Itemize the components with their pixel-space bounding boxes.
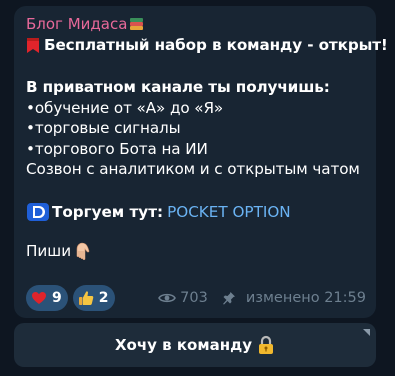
reaction-heart[interactable]: 9	[26, 285, 68, 311]
trade-line: Торгуем тут: POCKET OPTION	[26, 202, 364, 222]
message-meta: 703 изменено 21:59	[158, 290, 366, 306]
eye-icon	[158, 293, 177, 303]
edited-time: изменено 21:59	[245, 290, 366, 306]
intro-text: В приватном канале ты получишь:	[26, 78, 330, 96]
bullet-item: •обучение от «А» до «Я»	[26, 98, 224, 117]
bullet-item: •торговые сигналы	[26, 119, 181, 137]
sender-name[interactable]: Блог Мидаса	[26, 14, 127, 34]
call-line: Созвон с аналитиком и с открытым чатом	[26, 160, 360, 178]
write-label: Пиши	[26, 241, 72, 260]
reaction-thumbs-up[interactable]: 2	[72, 285, 115, 311]
pocket-option-icon	[27, 202, 49, 221]
join-team-label: Хочу в команду	[114, 336, 252, 354]
bullet-item: •торгового Бота на ИИ	[26, 139, 208, 158]
body-text: В приватном канале ты получишь: •обучени…	[26, 77, 364, 180]
lock-key-icon	[259, 335, 273, 354]
sender-line: Блог Мидаса	[26, 14, 364, 34]
thumbs-up-icon	[78, 291, 94, 305]
write-line: Пиши	[26, 241, 364, 261]
external-arrow-icon	[363, 329, 370, 336]
headline: Бесплатный набор в команду - открыт!	[26, 35, 388, 55]
pocket-option-link[interactable]: POCKET OPTION	[167, 202, 291, 222]
heart-icon	[32, 292, 46, 304]
reaction-count: 2	[98, 290, 109, 306]
message-bubble: Блог Мидаса Бесплатный набор в команду -…	[14, 6, 388, 318]
bookmark-icon	[27, 37, 39, 53]
join-team-button[interactable]: Хочу в команду	[14, 323, 376, 367]
pin-icon	[222, 292, 235, 305]
trade-label: Торгуем тут:	[52, 202, 164, 221]
view-count: 703	[180, 290, 208, 306]
books-icon	[129, 17, 144, 32]
hand-pointing-down-icon	[76, 242, 90, 260]
message-footer: 9 2 703 изменено 21:59	[26, 285, 366, 311]
reaction-count: 9	[52, 290, 62, 306]
headline-text: Бесплатный набор в команду - открыт!	[44, 36, 388, 54]
